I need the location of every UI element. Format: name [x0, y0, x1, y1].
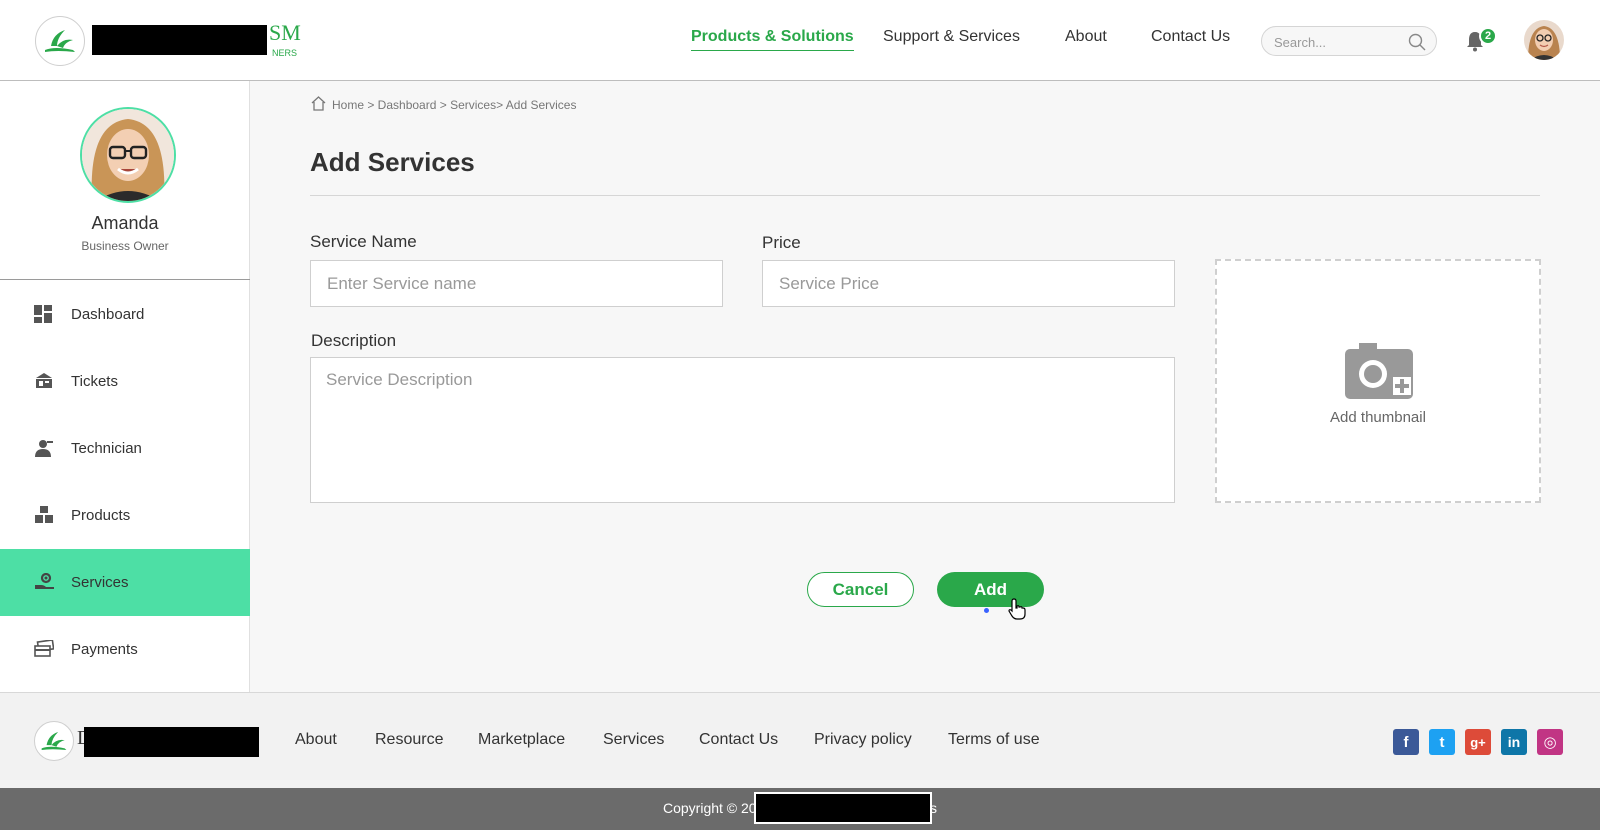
nav-support-services[interactable]: Support & Services: [883, 28, 1020, 46]
sidebar-item-label: Dashboard: [71, 306, 145, 323]
search-icon[interactable]: [1408, 33, 1426, 56]
service-name-label: Service Name: [310, 232, 417, 251]
nav-about[interactable]: About: [1065, 28, 1107, 46]
footer-link-terms-of-use[interactable]: Terms of use: [948, 731, 1040, 749]
footer-link-marketplace[interactable]: Marketplace: [478, 731, 565, 749]
nav-products-solutions[interactable]: Products & Solutions: [691, 28, 854, 51]
footer-link-about[interactable]: About: [295, 731, 337, 749]
twitter-icon[interactable]: t: [1429, 729, 1455, 755]
sidebar-item-label: Payments: [71, 641, 138, 658]
sidebar-item-label: Products: [71, 507, 131, 524]
hand-cursor-icon: [1008, 598, 1026, 625]
add-thumbnail-label: Add thumbnail: [1330, 409, 1426, 426]
breadcrumb: Home > Dashboard > Services> Add Service…: [311, 96, 576, 114]
sidebar-item-tickets[interactable]: Tickets: [0, 348, 250, 415]
facebook-icon[interactable]: f: [1393, 729, 1419, 755]
sidebar-item-label: Technician: [71, 440, 142, 457]
description-textarea[interactable]: [310, 357, 1175, 503]
logo-subtext: NERS: [272, 48, 298, 58]
redacted-footer-brand: [84, 727, 259, 757]
home-icon[interactable]: [311, 96, 326, 114]
sidebar-item-dashboard[interactable]: Dashboard: [0, 281, 250, 348]
cancel-button[interactable]: Cancel: [807, 572, 914, 607]
header: SM NERS Products & Solutions Support & S…: [0, 0, 1600, 81]
payments-icon: [34, 639, 55, 660]
sidebar-item-payments[interactable]: Payments: [0, 616, 250, 683]
sidebar-item-label: Tickets: [71, 373, 118, 390]
add-button[interactable]: Add: [937, 572, 1044, 607]
redacted-brand-name: [92, 25, 267, 55]
title-divider: [310, 195, 1540, 196]
brand-logo[interactable]: SM NERS: [35, 16, 301, 66]
logo-mark-icon: [35, 16, 85, 66]
sidebar: Amanda Business Owner Dashboard Tickets …: [0, 81, 250, 692]
add-photo-icon: [1345, 343, 1415, 404]
sidebar-item-label: Services: [71, 574, 129, 591]
footer-link-resource[interactable]: Resource: [375, 731, 443, 749]
footer-link-contact-us[interactable]: Contact Us: [699, 731, 778, 749]
breadcrumb-text[interactable]: Home > Dashboard > Services> Add Service…: [332, 98, 576, 112]
sidebar-item-technician[interactable]: Technician: [0, 415, 250, 482]
instagram-icon[interactable]: ◎: [1537, 729, 1563, 755]
nav-contact-us[interactable]: Contact Us: [1151, 28, 1230, 46]
focus-indicator: [984, 608, 989, 613]
profile-avatar: [80, 107, 176, 203]
sidebar-divider: [0, 279, 250, 280]
copyright-bar: Copyright © 20 s: [0, 788, 1600, 830]
search-input[interactable]: [1274, 33, 1404, 51]
price-label: Price: [762, 233, 801, 252]
price-input[interactable]: [762, 260, 1175, 307]
sidebar-item-products[interactable]: Products: [0, 482, 250, 549]
redacted-copyright: [754, 792, 932, 824]
page-title: Add Services: [310, 147, 475, 177]
service-name-input[interactable]: [310, 260, 723, 307]
logo-text: SM: [269, 20, 301, 45]
products-icon: [34, 506, 54, 526]
footer: D About Resource Marketplace Services Co…: [0, 692, 1600, 788]
search-box: [1261, 26, 1437, 56]
dashboard-icon: [34, 305, 54, 325]
services-icon: [34, 572, 54, 593]
footer-link-services[interactable]: Services: [603, 731, 664, 749]
linkedin-icon[interactable]: in: [1501, 729, 1527, 755]
tickets-icon: [34, 372, 54, 392]
notification-badge: 2: [1479, 27, 1497, 45]
header-avatar[interactable]: [1524, 20, 1564, 60]
footer-link-privacy-policy[interactable]: Privacy policy: [814, 731, 912, 749]
add-thumbnail-dropzone[interactable]: Add thumbnail: [1215, 259, 1541, 503]
description-label: Description: [311, 331, 397, 350]
sidebar-item-services[interactable]: Services: [0, 549, 250, 616]
footer-logo-mark-icon[interactable]: [34, 721, 74, 761]
user-name: Amanda: [91, 213, 159, 233]
google-plus-icon[interactable]: g+: [1465, 729, 1491, 755]
technician-icon: [34, 439, 54, 459]
copyright-text: Copyright © 20: [663, 800, 757, 816]
user-role: Business Owner: [81, 239, 169, 253]
